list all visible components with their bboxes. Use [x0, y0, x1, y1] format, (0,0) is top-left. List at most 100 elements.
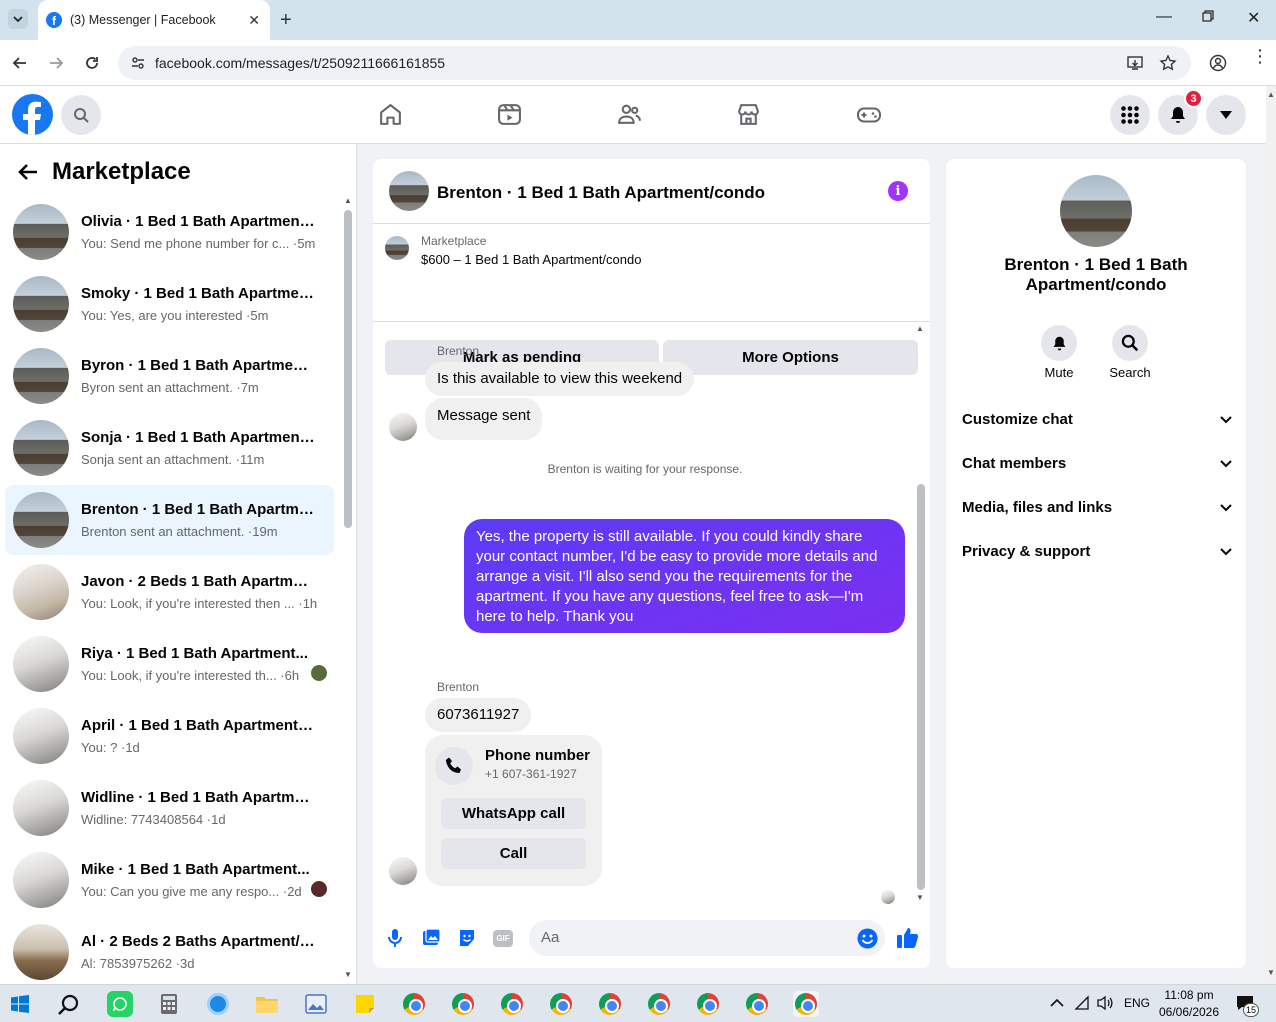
conversation-avatar: [13, 420, 69, 476]
clock-time[interactable]: 11:08 pm: [1158, 988, 1220, 1002]
browser-tab-messenger[interactable]: f (3) Messenger | Facebook ✕: [38, 0, 270, 40]
facebook-logo-icon[interactable]: [12, 94, 53, 135]
bookmark-star-icon[interactable]: [1159, 54, 1177, 72]
page-scroll-up[interactable]: ▲: [1267, 90, 1275, 99]
speaker-icon[interactable]: [1097, 995, 1113, 1011]
conversation-item[interactable]: Widline · 1 Bed 1 Bath Apartmen... Widlin…: [5, 773, 334, 843]
marketplace-icon[interactable]: [736, 102, 761, 127]
gif-icon[interactable]: GIF: [493, 930, 513, 947]
site-info-icon[interactable]: [130, 55, 146, 71]
search-in-chat-button[interactable]: [1112, 325, 1148, 361]
browser-menu-icon[interactable]: ⋮: [1251, 47, 1269, 65]
details-avatar[interactable]: [1060, 175, 1132, 247]
back-arrow-icon[interactable]: [18, 163, 38, 181]
message-input[interactable]: Aa: [529, 920, 885, 956]
conversation-item[interactable]: Sonja · 1 Bed 1 Bath Apartment/... Sonja …: [5, 413, 334, 483]
conversation-item[interactable]: Al · 2 Beds 2 Baths Apartment/c... Al: 78…: [5, 917, 334, 987]
conversation-item[interactable]: Byron · 1 Bed 1 Bath Apartment/... Byron …: [5, 341, 334, 411]
facebook-search-button[interactable]: [61, 95, 101, 135]
incoming-message[interactable]: 6073611927: [425, 698, 532, 732]
url-bar[interactable]: facebook.com/messages/t/2509211666161855: [118, 46, 1191, 80]
listing-thumbnail[interactable]: [385, 236, 409, 260]
friends-icon[interactable]: [617, 102, 642, 127]
maximize-button[interactable]: [1202, 10, 1214, 22]
minimize-button[interactable]: —: [1156, 8, 1172, 26]
emoji-icon[interactable]: [857, 928, 878, 949]
conversation-item[interactable]: April · 1 Bed 1 Bath Apartment/c... You: …: [5, 701, 334, 771]
incoming-message[interactable]: Message sent: [425, 398, 543, 440]
page-scroll-down[interactable]: ▼: [1267, 968, 1275, 977]
whatsapp-call-button[interactable]: WhatsApp call: [441, 798, 586, 829]
install-app-icon[interactable]: [1126, 54, 1144, 72]
chevron-up-icon[interactable]: [1050, 998, 1064, 1008]
conversation-item[interactable]: Javon · 2 Beds 1 Bath Apartment... You: L…: [5, 557, 334, 627]
chat-scroll-up[interactable]: ▲: [916, 324, 924, 333]
menu-grid-button[interactable]: [1110, 95, 1150, 135]
chrome-profile-taskbar-icon[interactable]: [450, 991, 476, 1017]
tab-close-icon[interactable]: ✕: [248, 12, 260, 29]
account-button[interactable]: [1206, 95, 1246, 135]
incoming-message[interactable]: Is this available to view this weekend: [425, 362, 695, 396]
wifi-icon[interactable]: [1074, 995, 1090, 1011]
scroll-down-arrow[interactable]: ▼: [344, 970, 352, 979]
whatsapp-taskbar-icon[interactable]: [107, 991, 133, 1017]
chrome-profile-taskbar-icon[interactable]: [548, 991, 574, 1017]
chrome-taskbar-icon[interactable]: [401, 991, 427, 1017]
outgoing-message[interactable]: Yes, the property is still available. If…: [464, 519, 905, 633]
chat-scrollbar[interactable]: [917, 484, 925, 890]
conversation-item[interactable]: Riya · 1 Bed 1 Bath Apartment... You: Loo…: [5, 629, 334, 699]
sender-avatar[interactable]: [389, 857, 417, 885]
sticker-icon[interactable]: [457, 928, 477, 948]
gaming-icon[interactable]: [856, 102, 882, 127]
page-scrollbar[interactable]: ▲ ▼: [1266, 86, 1276, 984]
search-icon[interactable]: [58, 994, 80, 1016]
chrome-profile-taskbar-icon[interactable]: [597, 991, 623, 1017]
info-icon[interactable]: i: [888, 181, 908, 201]
call-button[interactable]: Call: [441, 838, 586, 869]
file-explorer-taskbar-icon[interactable]: [254, 991, 280, 1017]
chat-header-title[interactable]: Brenton · 1 Bed 1 Bath Apartment/condo: [437, 183, 765, 203]
chat-header-avatar[interactable]: [389, 171, 429, 211]
conversation-item[interactable]: Olivia · 1 Bed 1 Bath Apartment/... You: …: [5, 197, 334, 267]
home-icon[interactable]: [378, 102, 403, 127]
new-tab-button[interactable]: +: [280, 9, 292, 32]
forward-arrow-icon[interactable]: [48, 55, 64, 71]
profile-icon[interactable]: [1209, 54, 1227, 72]
photos-taskbar-icon[interactable]: [303, 991, 329, 1017]
more-options-button[interactable]: More Options: [663, 340, 918, 375]
sender-avatar[interactable]: [389, 413, 417, 441]
chrome-profile-taskbar-icon[interactable]: [744, 991, 770, 1017]
back-arrow-icon[interactable]: [12, 55, 28, 71]
remote-desktop-taskbar-icon[interactable]: [205, 991, 231, 1017]
conversation-item[interactable]: Brenton · 1 Bed 1 Bath Apartmen... Brento…: [5, 485, 334, 555]
chrome-profile-taskbar-icon[interactable]: [695, 991, 721, 1017]
conversation-item[interactable]: Mike · 1 Bed 1 Bath Apartment... You: Can…: [5, 845, 334, 915]
chrome-profile-taskbar-icon[interactable]: [646, 991, 672, 1017]
chrome-active-taskbar-icon[interactable]: [793, 991, 819, 1017]
conversation-avatar: [13, 636, 69, 692]
language-indicator[interactable]: ENG: [1124, 996, 1150, 1010]
mute-button[interactable]: [1041, 325, 1077, 361]
details-section-item[interactable]: Customize chat: [962, 411, 1232, 428]
details-section-item[interactable]: Chat members: [962, 455, 1232, 472]
chrome-profile-taskbar-icon[interactable]: [499, 991, 525, 1017]
details-section-item[interactable]: Media, files and links: [962, 499, 1232, 516]
microphone-icon[interactable]: [387, 928, 403, 948]
clock-date[interactable]: 06/06/2026: [1156, 1005, 1222, 1019]
window-close-button[interactable]: ✕: [1247, 8, 1260, 28]
like-thumbs-up-icon[interactable]: [896, 926, 919, 949]
reload-icon[interactable]: [84, 55, 100, 71]
scroll-up-arrow[interactable]: ▲: [344, 196, 352, 205]
conversation-item[interactable]: Smoky · 1 Bed 1 Bath Apartment... You: Ye…: [5, 269, 334, 339]
details-section-item[interactable]: Privacy & support: [962, 543, 1232, 560]
details-section-label: Customize chat: [962, 411, 1073, 428]
chat-scroll-down[interactable]: ▼: [916, 893, 924, 902]
windows-start-icon[interactable]: [11, 995, 29, 1013]
listing-title[interactable]: $600 – 1 Bed 1 Bath Apartment/condo: [421, 252, 641, 267]
video-icon[interactable]: [497, 102, 522, 127]
tab-search-button[interactable]: [8, 9, 28, 29]
photo-attach-icon[interactable]: [422, 928, 441, 947]
sticky-notes-taskbar-icon[interactable]: [352, 991, 378, 1017]
calculator-taskbar-icon[interactable]: [156, 991, 182, 1017]
sidebar-scrollbar[interactable]: [344, 210, 352, 528]
